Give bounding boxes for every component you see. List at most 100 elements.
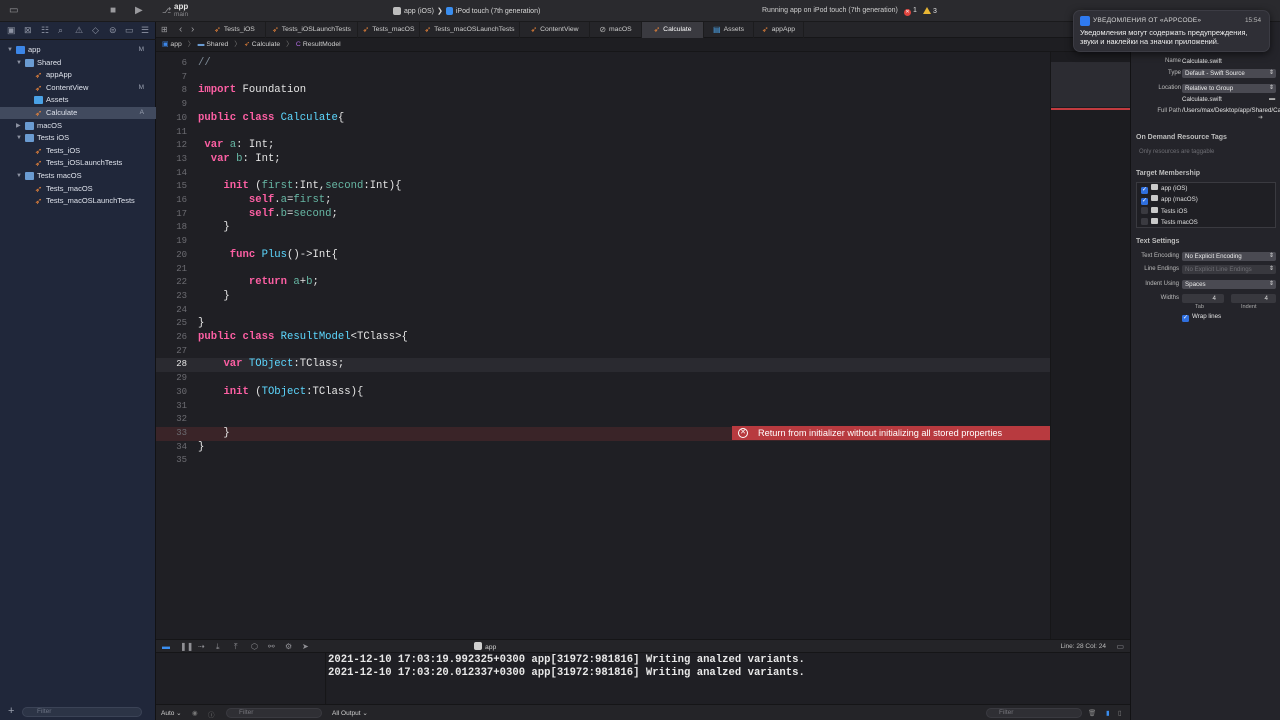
stop-icon[interactable]: ■ (110, 4, 116, 18)
breakpoint-navigator-icon[interactable]: ▭ (125, 25, 134, 36)
eye-icon[interactable]: ◉ (192, 709, 198, 717)
console-filter-input[interactable]: Filter (986, 708, 1082, 718)
checkbox-checked-icon[interactable]: ✓ (1141, 198, 1148, 206)
code-text[interactable]: } (198, 290, 229, 304)
code-text[interactable]: } (198, 317, 204, 331)
tab-macos[interactable]: ⊘ macOS (590, 22, 642, 38)
tab-tests-ioslaunchtests[interactable]: ➶ Tests_iOSLaunchTests (266, 22, 358, 38)
line-number[interactable]: 14 (156, 167, 187, 181)
line-number[interactable]: 31 (156, 400, 187, 414)
line-number[interactable]: 35 (156, 454, 187, 468)
disclosure-open-icon[interactable]: ▼ (16, 132, 22, 144)
tree-item-calculate[interactable]: ➶ Calculate A (0, 107, 156, 119)
code-line[interactable]: 24 (156, 304, 1050, 318)
line-number[interactable]: 18 (156, 221, 187, 235)
tree-item-assets[interactable]: Assets (0, 94, 156, 106)
tree-item-contentview[interactable]: ➶ ContentView M (0, 82, 156, 94)
line-number[interactable]: 26 (156, 331, 187, 345)
endings-popup[interactable]: No Explicit Line Endings ⇕ (1182, 265, 1276, 274)
report-navigator-icon[interactable]: ☰ (141, 25, 149, 36)
code-line[interactable]: 16 self.a=first; (156, 194, 1050, 208)
line-number[interactable]: 34 (156, 441, 187, 455)
tree-item-appapp[interactable]: ➶ appApp (0, 69, 156, 81)
destination-selector[interactable]: app (iOS) ❯ iPod touch (7th generation) (393, 5, 540, 17)
code-line[interactable]: 18 } (156, 221, 1050, 235)
line-number[interactable]: 12 (156, 139, 187, 153)
location-icon[interactable]: ➤ (302, 642, 309, 651)
scheme-title[interactable]: app (174, 2, 188, 11)
line-number[interactable]: 22 (156, 276, 187, 290)
membership-item[interactable]: Tests macOS (1141, 217, 1198, 228)
tab-tests-ios[interactable]: ➶ Tests_iOS (204, 22, 266, 38)
step-over-icon[interactable]: ⇢ (198, 642, 205, 651)
line-number[interactable]: 25 (156, 317, 187, 331)
split-right-icon[interactable]: ▯ (1118, 709, 1122, 717)
odr-field[interactable]: Only resources are taggable (1139, 149, 1214, 155)
line-number[interactable]: 8 (156, 84, 187, 98)
line-number[interactable]: 33 (156, 427, 187, 441)
run-icon[interactable]: ▶ (135, 4, 143, 18)
disclosure-closed-icon[interactable]: ▶ (16, 120, 21, 132)
console-toggle-icon[interactable]: ▬ (162, 642, 170, 651)
code-line[interactable]: 25} (156, 317, 1050, 331)
code-text[interactable]: self.b=second; (198, 208, 338, 222)
minimap-viewport[interactable] (1051, 62, 1131, 107)
layout-icon[interactable]: ▭ (1116, 642, 1124, 651)
back-icon[interactable]: ‹ (179, 23, 182, 37)
line-number[interactable]: 27 (156, 345, 187, 359)
auto-selector[interactable]: Auto ⌄ (161, 709, 182, 717)
code-text[interactable]: import Foundation (198, 84, 306, 98)
code-line[interactable]: 13 var b: Int; (156, 153, 1050, 167)
navigator-filter-input[interactable]: Filter (22, 707, 142, 717)
folder-navigator-icon[interactable]: ▣ (7, 25, 16, 36)
add-icon[interactable]: + (8, 705, 14, 717)
debug-navigator-icon[interactable]: ⊜ (109, 25, 117, 36)
tree-item-tests-macos[interactable]: ➶ Tests_macOS (0, 183, 156, 195)
line-number[interactable]: 11 (156, 126, 187, 140)
code-line[interactable]: 21 (156, 263, 1050, 277)
code-text[interactable]: } (198, 221, 229, 235)
test-navigator-icon[interactable]: ◇ (92, 25, 99, 36)
code-line[interactable]: 8 import Foundation (156, 84, 1050, 98)
code-text[interactable]: func Plus()->Int{ (198, 249, 338, 263)
notification-banner[interactable]: УВЕДОМЛЕНИЯ ОТ «APPCODE» 15:54 Уведомлен… (1073, 10, 1270, 52)
line-number[interactable]: 16 (156, 194, 187, 208)
step-out-icon[interactable]: ⤒ (234, 642, 238, 652)
encoding-popup[interactable]: No Explicit Encoding ⇕ (1182, 252, 1276, 261)
tab-tests-macoslaunchtests[interactable]: ➶ Tests_macOSLaunchTests (420, 22, 520, 38)
code-editor[interactable]: 6 // 7 8 import Foundation 9 10 public class Ca… (156, 52, 1050, 639)
line-number[interactable]: 10 (156, 112, 187, 126)
code-text[interactable]: var b: Int; (198, 153, 281, 167)
checkbox-empty-icon[interactable] (1141, 217, 1148, 225)
tree-item-shared[interactable]: ▼ Shared (0, 57, 156, 69)
memory-graph-icon[interactable]: ⚯ (268, 642, 275, 651)
tab-calculate[interactable]: ➶ Calculate (642, 22, 704, 38)
warning-indicator[interactable]: 3 (923, 7, 937, 15)
code-text[interactable]: public class Calculate{ (198, 112, 344, 126)
inline-error-banner[interactable]: ✕ Return from initializer without initia… (732, 426, 1050, 440)
breadcrumb-item[interactable]: ▣ app (162, 41, 185, 48)
variables-filter-input[interactable]: Filter (226, 708, 322, 718)
code-text[interactable]: } (198, 441, 204, 455)
tab-width-stepper[interactable]: 4 (1182, 294, 1224, 303)
disclosure-open-icon[interactable]: ▼ (16, 57, 22, 69)
line-number[interactable]: 15 (156, 180, 187, 194)
indent-width-stepper[interactable]: 4 (1231, 294, 1276, 303)
step-into-icon[interactable]: ⤓ (216, 642, 220, 652)
line-number[interactable]: 13 (156, 153, 187, 167)
code-line[interactable]: 7 (156, 71, 1050, 85)
forward-icon[interactable]: › (191, 23, 194, 37)
code-line[interactable]: 11 (156, 126, 1050, 140)
tree-item-app[interactable]: ▼ app M (0, 44, 156, 56)
code-line[interactable]: 6 // (156, 57, 1050, 71)
line-number[interactable]: 32 (156, 413, 187, 427)
minimap[interactable] (1050, 52, 1131, 639)
pause-icon[interactable]: ❚❚ (180, 642, 193, 651)
code-line[interactable]: 27 (156, 345, 1050, 359)
split-left-icon[interactable]: ▮ (1106, 709, 1110, 717)
trash-icon[interactable]: 🗑 (1088, 709, 1096, 717)
source-control-icon[interactable]: ⊠ (24, 25, 32, 36)
breadcrumb-item[interactable]: C ResultModel (296, 41, 344, 48)
breadcrumb-item[interactable]: ▬ Shared (198, 41, 232, 48)
info-icon[interactable]: ⓘ (208, 709, 215, 719)
